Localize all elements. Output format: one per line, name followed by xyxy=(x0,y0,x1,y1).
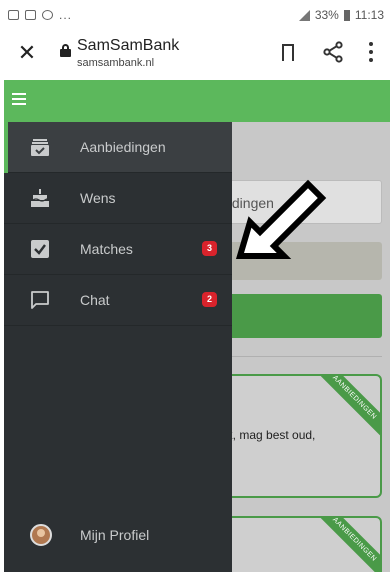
card-ribbon: AANBIEDINGEN xyxy=(312,376,380,440)
matches-count-badge: 3 xyxy=(202,241,217,256)
chat-bubble-icon xyxy=(31,291,49,309)
menu-icon[interactable] xyxy=(12,93,28,107)
close-icon[interactable]: ✕ xyxy=(16,42,38,64)
signal-icon xyxy=(298,9,310,21)
battery-icon xyxy=(343,9,350,21)
site-title[interactable]: SamSamBank xyxy=(77,37,179,55)
inbox-tray-icon xyxy=(31,139,49,156)
pointer-arrow-icon xyxy=(235,179,327,259)
site-url[interactable]: samsambank.nl xyxy=(77,57,154,69)
screen-notification-icon xyxy=(25,10,36,20)
status-icons-right: 33% 11:13 xyxy=(298,8,384,22)
offer-card: AANBIEDINGEN ek, mag best oud, n xyxy=(210,374,382,498)
drawer-item-label: Matches xyxy=(80,241,133,257)
share-icon[interactable] xyxy=(322,41,344,63)
drawer-item-label: Chat xyxy=(80,292,110,308)
card-text: ek, mag best oud, n xyxy=(220,428,315,456)
status-bar: ... 33% 11:13 xyxy=(0,0,390,28)
offer-card: AANBIEDINGEN xyxy=(210,516,382,572)
checkbox-icon xyxy=(31,240,49,258)
more-notifications: ... xyxy=(59,8,73,22)
card-line-1: ek, mag best oud, xyxy=(220,428,316,442)
divider xyxy=(210,356,382,357)
browser-toolbar: ✕ SamSamBank samsambank.nl xyxy=(0,28,390,80)
drawer-item-chat[interactable]: Chat 2 xyxy=(4,275,232,326)
drawer-item-label: Aanbiedingen xyxy=(80,139,166,155)
drawer-item-wens[interactable]: Wens xyxy=(4,173,232,224)
drawer-item-profile[interactable]: Mijn Profiel xyxy=(4,512,232,556)
drawer-item-label: Wens xyxy=(80,190,116,206)
bookmark-icon[interactable] xyxy=(282,44,295,66)
image-notification-icon xyxy=(8,10,19,20)
navigation-drawer: Aanbiedingen Wens Matches 3 Chat 2 Mijn … xyxy=(4,122,232,572)
app-header xyxy=(4,80,390,122)
more-vert-icon[interactable] xyxy=(368,42,374,64)
avatar xyxy=(30,524,52,546)
drawer-item-aanbiedingen[interactable]: Aanbiedingen xyxy=(4,122,232,173)
vpn-notification-icon xyxy=(42,10,53,20)
status-icons-left: ... xyxy=(8,8,72,22)
lock-icon[interactable] xyxy=(60,44,71,57)
chat-count-badge: 2 xyxy=(202,292,217,307)
profile-label: Mijn Profiel xyxy=(80,527,150,543)
cake-icon xyxy=(31,189,49,207)
battery-percent: 33% xyxy=(314,8,339,22)
action-button xyxy=(210,294,382,338)
drawer-item-matches[interactable]: Matches 3 xyxy=(4,224,232,275)
clock: 11:13 xyxy=(354,8,384,22)
card-ribbon: AANBIEDINGEN xyxy=(312,518,380,572)
